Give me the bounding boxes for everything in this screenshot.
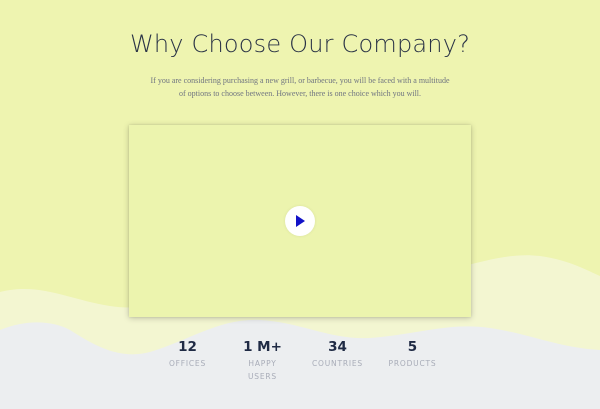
stat-offices: 12 OFFICES bbox=[150, 337, 225, 370]
stat-value: 12 bbox=[178, 339, 197, 355]
stat-countries: 34 COUNTRIES bbox=[300, 337, 375, 370]
stat-value: 34 bbox=[328, 339, 347, 355]
stat-label: OFFICES bbox=[168, 359, 207, 368]
play-button[interactable] bbox=[285, 206, 315, 236]
stat-value: 1 M+ bbox=[243, 339, 282, 355]
stats-row: 12 OFFICES 1 M+ HAPPY USERS 34 COUNTRIES… bbox=[150, 337, 450, 397]
section-description: If you are considering purchasing a new … bbox=[150, 76, 450, 98]
section-title: Why Choose Our Company? bbox=[129, 30, 471, 58]
video-player[interactable] bbox=[129, 125, 471, 317]
stat-value: 5 bbox=[407, 339, 418, 355]
stat-label: PRODUCTS bbox=[388, 359, 437, 368]
stat-happy-users: 1 M+ HAPPY USERS bbox=[225, 337, 300, 383]
stat-label: COUNTRIES bbox=[312, 359, 363, 368]
play-icon bbox=[296, 215, 305, 227]
stat-products: 5 PRODUCTS bbox=[375, 337, 450, 370]
stat-label: HAPPY USERS bbox=[248, 359, 277, 381]
